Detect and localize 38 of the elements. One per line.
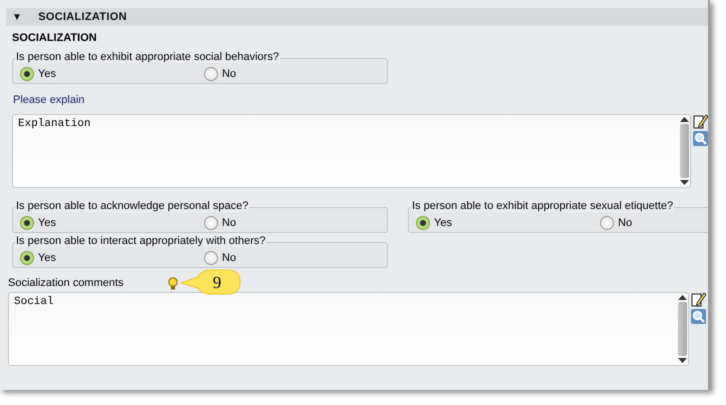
question-label: Is person able to acknowledge personal space? (15, 200, 250, 212)
radio-option[interactable]: No (600, 216, 708, 230)
radio-button[interactable] (204, 67, 218, 81)
question-label: Is person able to interact appropriately with others? (15, 235, 266, 247)
section-header[interactable]: ▼ SOCIALIZATION (6, 8, 708, 26)
collapse-toggle[interactable]: ▼ (12, 12, 22, 22)
text-area[interactable]: Social (8, 292, 689, 366)
radio-option[interactable]: No (204, 251, 388, 265)
section-header-title: SOCIALIZATION (38, 11, 127, 23)
question-label: Is person able to exhibit appropriate sexual etiquette? (411, 200, 674, 212)
scroll-up-icon[interactable] (678, 295, 686, 300)
field-label: Please explain (13, 94, 86, 106)
radio-button[interactable] (20, 251, 34, 265)
scroll-down-icon[interactable] (678, 358, 686, 363)
scrollbar[interactable] (676, 293, 688, 365)
radio-button[interactable] (416, 216, 430, 230)
scroll-down-icon[interactable] (680, 180, 688, 185)
radio-option[interactable]: No (204, 216, 388, 230)
lightbulb-icon[interactable] (168, 276, 178, 290)
radio-option[interactable]: Yes (20, 251, 204, 265)
radio-option[interactable]: Yes (20, 67, 204, 81)
section-title: SOCIALIZATION (12, 32, 98, 44)
radio-button[interactable] (20, 216, 34, 230)
radio-option[interactable]: Yes (416, 216, 600, 230)
radio-button[interactable] (204, 251, 218, 265)
scrollbar[interactable] (678, 115, 690, 187)
field-label: Socialization comments (8, 277, 124, 289)
callout-badge: 9 (180, 269, 242, 296)
radio-option[interactable]: Yes (20, 216, 204, 230)
edit-icon[interactable] (693, 114, 708, 129)
question-label: Is person able to exhibit appropriate social behaviors? (15, 51, 280, 63)
scroll-up-icon[interactable] (680, 117, 688, 122)
radio-button[interactable] (20, 67, 34, 81)
radio-button[interactable] (600, 216, 614, 230)
edit-icon[interactable] (691, 292, 706, 307)
radio-button[interactable] (204, 216, 218, 230)
radio-option[interactable]: No (204, 67, 388, 81)
text-area[interactable]: Explanation (12, 114, 691, 188)
